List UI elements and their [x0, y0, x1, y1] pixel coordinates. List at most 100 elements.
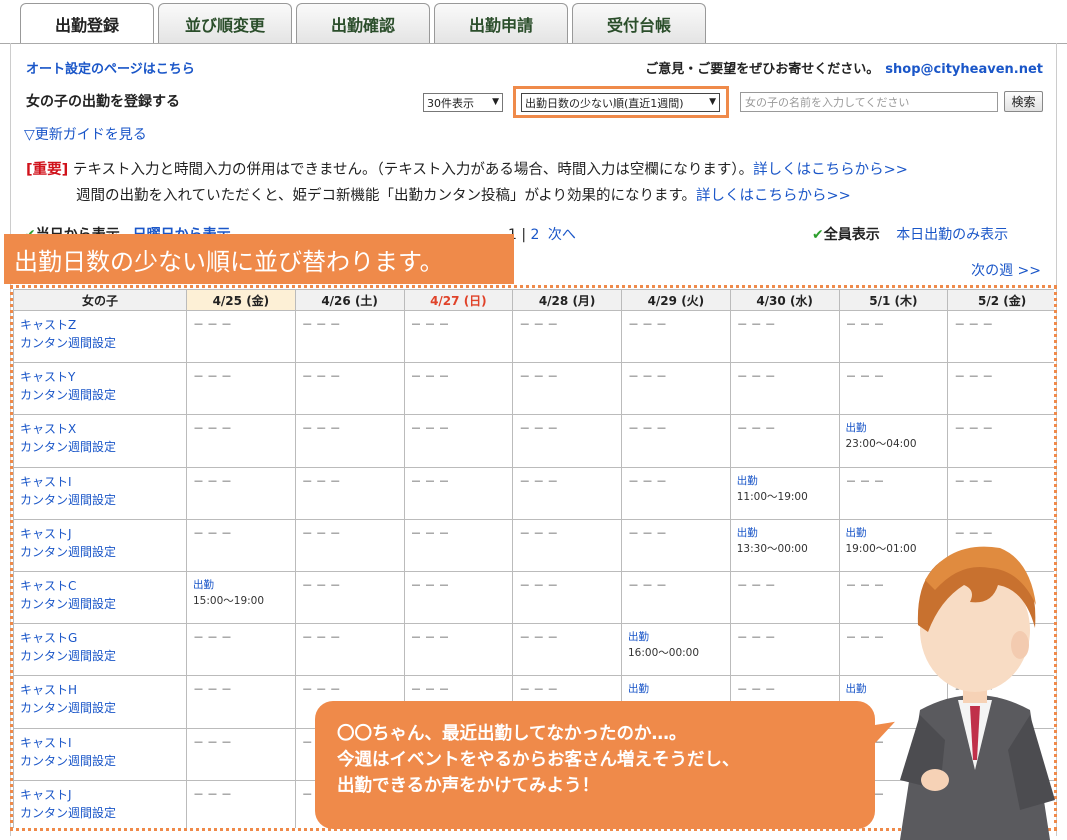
shift-cell[interactable]: －－－ — [621, 309, 731, 364]
auto-settings-link[interactable]: オート設定のページはこちら — [26, 58, 195, 77]
shift-cell[interactable]: －－－ — [186, 675, 296, 729]
shift-cell[interactable]: －－－ — [729, 362, 840, 416]
shift-label: 出勤 — [628, 631, 649, 644]
shift-cell[interactable]: －－－ — [186, 727, 296, 781]
cast-name-link[interactable]: キャストJ — [20, 525, 180, 543]
cast-name-link[interactable]: キャストI — [20, 734, 180, 752]
weekly-setting-link[interactable]: カンタン週間設定 — [20, 334, 180, 352]
details-link-1[interactable]: 詳しくはこちらから>> — [753, 162, 908, 178]
shift-cell[interactable]: 出勤 13:30～00:00 — [729, 518, 840, 572]
details-link-2[interactable]: 詳しくはこちらから>> — [696, 188, 851, 204]
cast-name-link[interactable]: キャストZ — [20, 316, 180, 334]
shift-cell[interactable]: －－－ — [512, 362, 622, 416]
shift-cell[interactable]: －－－ — [512, 570, 622, 625]
show-all-option[interactable]: 全員表示 — [824, 227, 880, 243]
shift-cell[interactable]: －－－ — [403, 362, 514, 416]
shift-cell[interactable]: －－－ — [186, 362, 296, 416]
shift-cell[interactable]: －－－ — [294, 570, 405, 625]
name-search-input[interactable]: 女の子の名前を入力してください — [740, 92, 998, 112]
shift-time: 23:00～04:00 — [845, 438, 917, 451]
tab-attendance-register[interactable]: 出勤登録 — [20, 3, 154, 44]
shift-cell[interactable]: 出勤 15:00～19:00 — [186, 570, 296, 625]
shift-cell[interactable]: －－－ — [512, 623, 622, 677]
shift-label: 出勤 — [736, 526, 758, 539]
weekly-setting-link[interactable]: カンタン週間設定 — [20, 438, 180, 456]
shift-cell[interactable]: －－－ — [947, 309, 1054, 364]
shift-cell[interactable]: －－－ — [729, 309, 840, 364]
next-page-link[interactable]: 次へ — [548, 227, 576, 243]
shift-cell[interactable]: －－－ — [403, 623, 514, 677]
shift-cell[interactable]: －－－ — [512, 309, 622, 364]
sort-order-value: 出勤日数の少ない順(直近1週間) — [525, 96, 684, 110]
page-2-link[interactable]: 2 — [531, 227, 540, 243]
shift-cell[interactable]: －－－ — [294, 362, 405, 416]
tab-attendance-request[interactable]: 出勤申請 — [434, 3, 568, 43]
shift-cell[interactable]: －－－ — [186, 466, 296, 520]
shift-cell[interactable]: －－－ — [621, 362, 731, 416]
shift-cell[interactable]: －－－ — [294, 466, 405, 520]
shift-cell[interactable]: 出勤 23:00～04:00 — [838, 414, 949, 468]
cast-name-link[interactable]: キャストJ — [20, 786, 180, 804]
shift-cell[interactable]: －－－ — [186, 779, 296, 828]
shift-cell[interactable]: －－－ — [403, 309, 514, 364]
shift-cell[interactable]: －－－ — [621, 466, 731, 520]
weekly-setting-link[interactable]: カンタン週間設定 — [20, 699, 180, 717]
weekly-setting-link[interactable]: カンタン週間設定 — [20, 386, 180, 404]
no-shift-marker: －－－ — [628, 474, 670, 488]
cast-name-link[interactable]: キャストH — [20, 681, 180, 699]
cast-name-link[interactable]: キャストY — [20, 368, 180, 386]
shift-cell[interactable]: －－－ — [621, 570, 731, 625]
cast-name-link[interactable]: キャストX — [20, 420, 180, 438]
weekly-setting-link[interactable]: カンタン週間設定 — [20, 491, 180, 509]
cast-name-link[interactable]: キャストG — [20, 629, 180, 647]
shift-cell[interactable]: 出勤 16:00～00:00 — [621, 623, 731, 677]
shift-cell[interactable]: －－－ — [947, 414, 1054, 468]
shift-cell[interactable]: －－－ — [403, 414, 514, 468]
no-shift-marker: －－－ — [519, 683, 562, 697]
next-week-link[interactable]: 次の週 >> — [971, 260, 1041, 280]
cast-name-link[interactable]: キャストC — [20, 577, 180, 595]
check-icon: ✔ — [812, 227, 824, 243]
search-button[interactable]: 検索 — [1004, 91, 1043, 112]
shift-cell[interactable]: －－－ — [186, 623, 296, 677]
shift-cell[interactable]: －－－ — [512, 466, 622, 520]
shift-cell[interactable]: －－－ — [512, 414, 622, 468]
shift-cell[interactable]: －－－ — [621, 414, 731, 468]
notice-line-1: [重要] テキスト入力と時間入力の併用はできません。（テキスト入力がある場合、時… — [26, 158, 908, 179]
weekly-setting-link[interactable]: カンタン週間設定 — [20, 595, 180, 613]
shift-cell[interactable]: －－－ — [838, 309, 949, 364]
no-shift-marker: －－－ — [954, 370, 997, 384]
weekly-setting-link[interactable]: カンタン週間設定 — [20, 543, 180, 561]
weekly-setting-link[interactable]: カンタン週間設定 — [20, 804, 180, 822]
shift-cell[interactable]: －－－ — [403, 518, 514, 572]
shift-cell[interactable]: －－－ — [294, 309, 405, 364]
feedback-email-link[interactable]: shop@cityheaven.net — [885, 62, 1043, 77]
update-guide-link[interactable]: ▽更新ガイドを見る — [24, 124, 147, 144]
display-count-select[interactable]: 30件表示 ▼ — [423, 93, 503, 112]
shift-cell[interactable]: －－－ — [403, 570, 514, 625]
tab-reception-ledger[interactable]: 受付台帳 — [572, 3, 706, 43]
shift-cell[interactable]: －－－ — [186, 518, 296, 572]
shift-cell[interactable]: －－－ — [294, 623, 405, 677]
tab-sort-order[interactable]: 並び順変更 — [158, 3, 292, 43]
shift-cell[interactable]: －－－ — [512, 518, 622, 572]
weekly-setting-link[interactable]: カンタン週間設定 — [20, 752, 180, 770]
shift-cell[interactable]: －－－ — [729, 414, 840, 468]
shift-cell[interactable]: －－－ — [186, 309, 296, 364]
shift-cell[interactable]: －－－ — [186, 414, 296, 468]
shift-cell[interactable]: －－－ — [729, 623, 840, 677]
shift-cell[interactable]: －－－ — [947, 362, 1054, 416]
shift-cell[interactable]: －－－ — [621, 518, 731, 572]
shift-cell[interactable]: －－－ — [294, 414, 405, 468]
shift-cell[interactable]: －－－ — [294, 518, 405, 572]
sort-order-select[interactable]: 出勤日数の少ない順(直近1週間) ▼ — [521, 93, 720, 112]
tab-attendance-confirm[interactable]: 出勤確認 — [296, 3, 430, 43]
cast-name-link[interactable]: キャストI — [20, 473, 180, 491]
shift-cell[interactable]: 出勤 11:00～19:00 — [729, 466, 840, 520]
no-shift-marker: －－－ — [519, 578, 562, 592]
weekly-setting-link[interactable]: カンタン週間設定 — [20, 647, 180, 665]
shift-cell[interactable]: －－－ — [729, 570, 840, 625]
today-only-option[interactable]: 本日出勤のみ表示 — [896, 227, 1008, 243]
shift-cell[interactable]: －－－ — [838, 362, 949, 416]
shift-cell[interactable]: －－－ — [403, 466, 514, 520]
